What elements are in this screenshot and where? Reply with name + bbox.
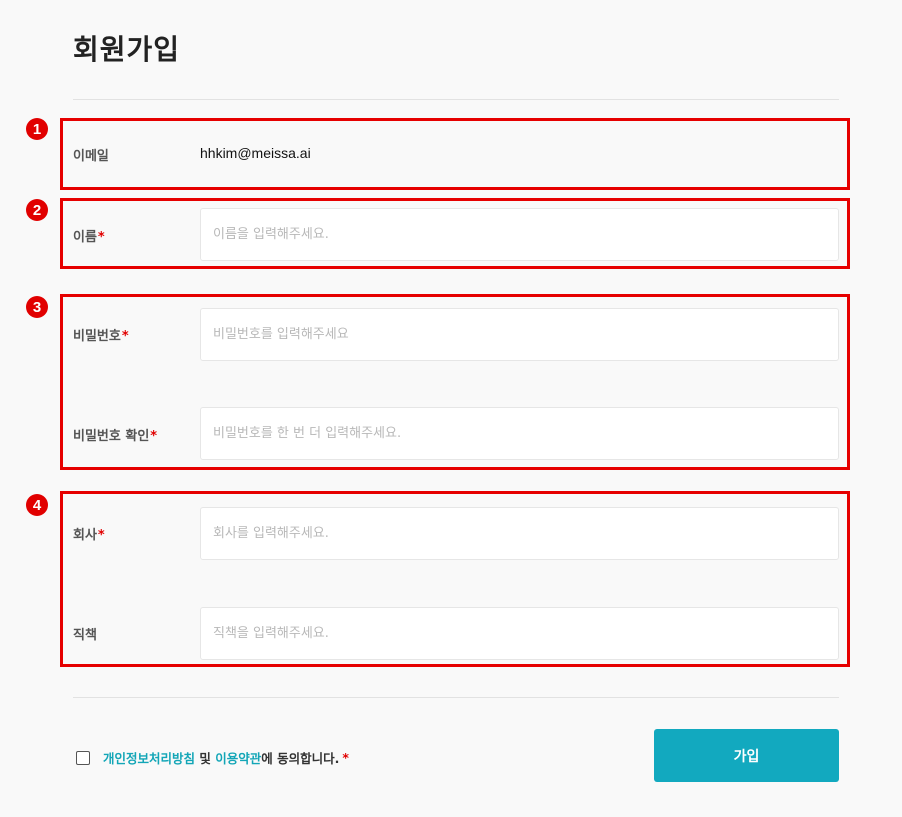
agreement-checkbox[interactable] bbox=[76, 750, 90, 765]
signup-button[interactable]: 가입 bbox=[654, 729, 839, 782]
terms-link[interactable]: 이용약관 bbox=[215, 748, 261, 767]
divider-top bbox=[73, 99, 839, 100]
password-label: 비밀번호* bbox=[73, 329, 129, 344]
position-label: 직책 bbox=[73, 628, 97, 643]
highlight-box-email bbox=[60, 118, 850, 190]
name-input[interactable] bbox=[200, 208, 839, 261]
required-mark: * bbox=[121, 329, 129, 344]
password-confirm-input[interactable] bbox=[200, 407, 839, 460]
required-mark: * bbox=[342, 750, 349, 765]
page-title: 회원가입 bbox=[73, 33, 181, 66]
agreement-suffix: 에 동의합니다. bbox=[261, 751, 340, 766]
email-value: hhkim@meissa.ai bbox=[200, 145, 311, 161]
password-input[interactable] bbox=[200, 308, 839, 361]
company-input[interactable] bbox=[200, 507, 839, 560]
required-mark: * bbox=[150, 429, 158, 444]
password-confirm-label: 비밀번호 확인* bbox=[73, 429, 158, 444]
agreement-row: 개인정보처리방침 및 이용약관 에 동의합니다. * bbox=[76, 748, 349, 767]
required-mark: * bbox=[97, 528, 105, 543]
required-mark: * bbox=[97, 230, 105, 245]
position-input[interactable] bbox=[200, 607, 839, 660]
email-label: 이메일 bbox=[73, 149, 109, 164]
annotation-badge-3: 3 bbox=[26, 296, 48, 318]
agreement-conjunction: 및 bbox=[195, 751, 216, 766]
privacy-policy-link[interactable]: 개인정보처리방침 bbox=[103, 748, 195, 767]
annotation-badge-4: 4 bbox=[26, 494, 48, 516]
name-label: 이름* bbox=[73, 230, 105, 245]
divider-bottom bbox=[73, 697, 839, 698]
annotation-badge-1: 1 bbox=[26, 118, 48, 140]
company-label: 회사* bbox=[73, 528, 105, 543]
annotation-badge-2: 2 bbox=[26, 199, 48, 221]
